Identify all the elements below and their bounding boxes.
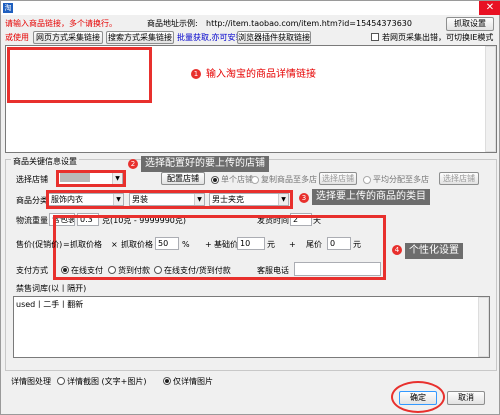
pay-online-label: 在线支付 (71, 266, 103, 275)
price-plus2: + (289, 240, 296, 249)
plugin-link-button[interactable]: 浏览器插件获取链接 (237, 31, 311, 44)
price-label: 售价(促销价) (16, 240, 63, 249)
search-link-button[interactable]: 搜索方式采集链接 (106, 31, 174, 44)
choose-store-button-1[interactable]: 选择店铺 (319, 172, 357, 185)
pay-cod-label: 货到付款 (118, 266, 150, 275)
store-label: 选择店铺 (16, 175, 48, 184)
pay-cod-radio[interactable] (108, 266, 116, 274)
price-basic-label: 基础价 (214, 240, 238, 249)
highlight-ok (391, 381, 445, 413)
step2-callout: 选择配置好的要上传的店铺 (141, 156, 269, 172)
grab-settings-button[interactable]: 抓取设置 (446, 17, 494, 31)
app-icon: 淘 (3, 3, 13, 13)
step2-badge: 2 (128, 159, 138, 169)
highlight-store-select (56, 170, 126, 187)
choose-store-button-2[interactable]: 选择店铺 (439, 172, 479, 185)
price-eq: = (63, 240, 70, 249)
web-link-button[interactable]: 网页方式采集链接 (33, 31, 103, 44)
avg-store-radio[interactable] (363, 176, 371, 184)
price-base2-label: 抓取价格 (121, 240, 153, 249)
step1-badge: 1 (191, 69, 201, 79)
copy-store-radio[interactable] (251, 176, 259, 184)
single-store-radio[interactable] (211, 176, 219, 184)
price-percent-unit: % (182, 240, 190, 249)
single-store-label: 单个店铺 (221, 175, 253, 184)
price-times: × (111, 240, 118, 249)
highlight-link-input (7, 47, 152, 103)
phone-label: 客服电话 (257, 266, 289, 275)
batch-note: 批量获取,亦可安装 (177, 33, 244, 42)
detail-label: 详情图处理 (11, 377, 51, 386)
phone-input[interactable] (294, 262, 381, 276)
price-basic-unit: 元 (267, 240, 275, 249)
dialog-window: 淘 ✕ 请输入商品链接，多个请换行。 商品地址示例: http://item.t… (0, 0, 500, 415)
close-icon[interactable]: ✕ (479, 1, 500, 15)
copy-store-label: 复制商品至多店 (261, 175, 317, 184)
weight-label: 物流重量 (16, 216, 48, 225)
step3-callout: 选择要上传的商品的类目 (312, 189, 430, 205)
settings-group-title: 商品关键信息设置 (11, 156, 79, 167)
price-tail-label: 尾价 (306, 240, 322, 249)
banned-label: 禁售词库(以丨隔开) (16, 284, 87, 293)
textarea-scrollbar[interactable] (485, 46, 496, 152)
banned-scrollbar[interactable] (478, 297, 489, 357)
ie-mode-checkbox[interactable] (371, 33, 379, 41)
price-percent-input[interactable]: 50 (155, 237, 179, 250)
step4-callout: 个性化设置 (405, 243, 463, 259)
price-tail-input[interactable]: 0 (327, 237, 351, 250)
detail-image-only-radio[interactable] (163, 377, 171, 385)
avg-store-label: 平均分配至多店 (373, 175, 429, 184)
price-basic-input[interactable]: 10 (237, 237, 265, 250)
detail-image-only-label: 仅详情图片 (173, 377, 213, 386)
step1-note: 输入淘宝的商品详情链接 (206, 69, 316, 80)
price-tail-unit: 元 (353, 240, 361, 249)
banned-words-textarea[interactable] (13, 296, 490, 358)
step4-badge: 4 (392, 245, 402, 255)
example-label: 商品地址示例: (147, 19, 198, 28)
price-plus: + (205, 240, 212, 249)
cancel-button[interactable]: 取消 (447, 391, 485, 405)
detail-screenshot-label: 详情截图 (文字+图片) (67, 377, 147, 386)
highlight-category (46, 190, 293, 209)
title-bar: 淘 ✕ (1, 1, 500, 15)
pay-label: 支付方式 (16, 266, 48, 275)
or-use-text: 或使用 (5, 33, 29, 42)
category-label: 商品分类 (16, 196, 48, 205)
banned-words-value: used丨二手丨翻新 (16, 300, 84, 309)
prompt-text: 请输入商品链接，多个请换行。 (5, 19, 117, 28)
ie-mode-label: 若网页采集出错，可切换IE模式 (382, 33, 494, 42)
pay-both-label: 在线支付/货到付款 (164, 266, 231, 275)
configure-store-button[interactable]: 配置店铺 (161, 172, 205, 185)
price-base-label: 抓取价格 (70, 240, 102, 249)
detail-screenshot-radio[interactable] (57, 377, 65, 385)
pay-online-radio[interactable] (61, 266, 69, 274)
step3-badge: 3 (299, 193, 309, 203)
example-url: http://item.taobao.com/item.htm?id=15454… (206, 19, 412, 28)
pay-both-radio[interactable] (154, 266, 162, 274)
